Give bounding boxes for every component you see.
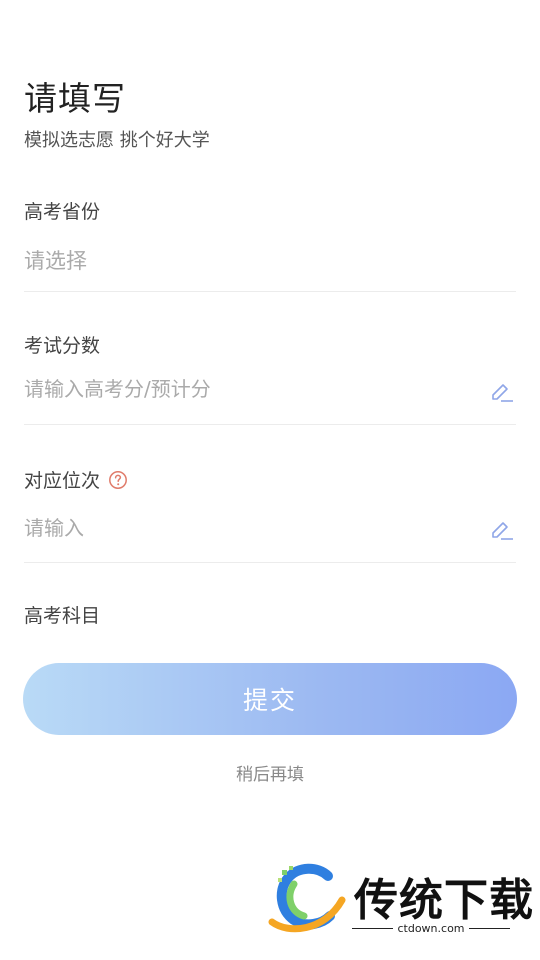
rank-label-text: 对应位次 bbox=[24, 470, 101, 492]
subjects-label-text: 高考科目 bbox=[24, 605, 101, 627]
province-select[interactable]: 请选择 bbox=[24, 245, 87, 275]
ctdown-logo-icon bbox=[268, 863, 346, 933]
page-subtitle: 模拟选志愿 挑个好大学 bbox=[24, 130, 210, 151]
watermark: 传统下载 ctdown.com bbox=[268, 862, 533, 942]
divider bbox=[24, 291, 516, 292]
divider bbox=[24, 424, 516, 425]
rank-label: 对应位次 bbox=[24, 466, 128, 493]
score-input[interactable] bbox=[24, 369, 484, 409]
watermark-text: 传统下载 bbox=[354, 875, 534, 926]
help-icon[interactable] bbox=[108, 470, 128, 490]
province-label-text: 高考省份 bbox=[24, 201, 101, 223]
score-label: 考试分数 bbox=[24, 331, 100, 358]
fill-later-link[interactable]: 稍后再填 bbox=[0, 760, 540, 785]
watermark-url-text: ctdown.com bbox=[397, 922, 465, 935]
edit-icon[interactable] bbox=[490, 516, 514, 540]
subjects-label: 高考科目 bbox=[24, 601, 100, 628]
divider bbox=[352, 928, 394, 929]
divider bbox=[24, 562, 516, 563]
score-label-text: 考试分数 bbox=[24, 335, 101, 357]
province-label: 高考省份 bbox=[24, 197, 100, 224]
rank-input[interactable] bbox=[24, 508, 484, 548]
page-title: 请填写 bbox=[24, 79, 126, 118]
divider bbox=[468, 928, 510, 929]
submit-button[interactable]: 提交 bbox=[23, 663, 517, 735]
edit-icon[interactable] bbox=[490, 378, 514, 402]
watermark-url: ctdown.com bbox=[352, 922, 510, 935]
